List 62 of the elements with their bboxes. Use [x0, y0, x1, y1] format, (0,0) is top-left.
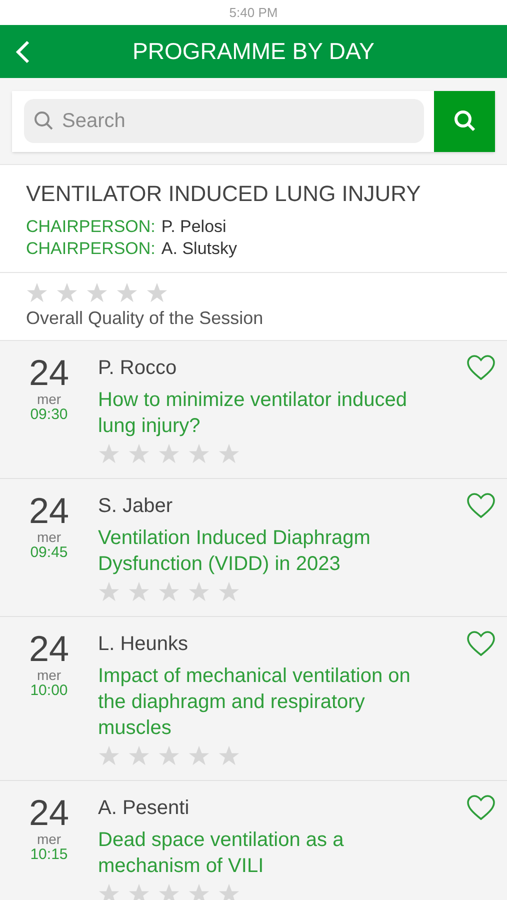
chair-name: P. Pelosi: [161, 216, 226, 238]
star-icon[interactable]: [158, 745, 180, 766]
star-icon[interactable]: [188, 883, 210, 900]
chair-label: CHAIRPERSON:: [26, 216, 156, 238]
star-icon[interactable]: [146, 282, 168, 303]
star-icon[interactable]: [188, 745, 210, 766]
star-icon[interactable]: [158, 581, 180, 602]
star-icon[interactable]: [98, 883, 120, 900]
heart-icon[interactable]: [467, 493, 495, 519]
star-icon[interactable]: [116, 282, 138, 303]
speaker-name: L. Heunks: [98, 632, 190, 657]
star-icon[interactable]: [218, 581, 240, 602]
back-icon[interactable]: [15, 40, 31, 64]
star-icon[interactable]: [128, 443, 150, 464]
star-icon[interactable]: [188, 443, 210, 464]
session-title: VENTILATOR INDUCED LUNG INJURY: [26, 180, 422, 208]
star-icon[interactable]: [98, 745, 120, 766]
speaker-name: A. Pesenti: [98, 796, 190, 821]
search-button[interactable]: [434, 90, 495, 152]
talk-title: Impact of mechanical ventilation on the diaphragm and respiratory muscles: [98, 664, 412, 741]
talk-time: 10:15: [30, 847, 68, 863]
search-field[interactable]: Search: [24, 99, 424, 143]
star-icon[interactable]: [128, 745, 150, 766]
star-icon[interactable]: [98, 443, 120, 464]
talk-time: 10:00: [30, 683, 68, 699]
screen-title: PROGRAMME BY DAY: [132, 37, 374, 66]
weekday: mer: [36, 667, 62, 683]
heart-icon[interactable]: [467, 631, 495, 657]
talk-time: 09:30: [30, 407, 68, 423]
talk-title: Ventilation Induced Diaphragm Dysfunction (VIDD) in 2023: [98, 526, 372, 577]
talk-time: 09:45: [30, 545, 68, 561]
star-icon[interactable]: [158, 443, 180, 464]
status-time: 5:40 PM: [229, 4, 278, 22]
weekday: mer: [36, 831, 62, 847]
star-icon[interactable]: [218, 745, 240, 766]
star-icon[interactable]: [56, 282, 78, 303]
star-icon[interactable]: [98, 581, 120, 602]
weekday: mer: [36, 391, 62, 407]
day-number: 24: [28, 355, 70, 391]
day-number: 24: [28, 493, 70, 529]
star-icon[interactable]: [86, 282, 108, 303]
star-icon[interactable]: [26, 282, 48, 303]
star-icon[interactable]: [218, 443, 240, 464]
star-icon[interactable]: [128, 883, 150, 900]
chair-name: A. Slutsky: [161, 238, 238, 260]
day-number: 24: [28, 795, 70, 831]
search-icon: [34, 111, 54, 131]
speaker-name: P. Rocco: [98, 356, 178, 381]
day-number: 24: [28, 631, 70, 667]
talk-title: How to minimize ventilator induced lung injury?: [98, 388, 408, 439]
speaker-name: S. Jaber: [98, 494, 174, 519]
weekday: mer: [36, 529, 62, 545]
star-icon[interactable]: [128, 581, 150, 602]
heart-icon[interactable]: [467, 355, 495, 381]
talk-title: Dead space ventilation as a mechanism of VILI: [98, 828, 345, 879]
chair-label: CHAIRPERSON:: [26, 238, 156, 260]
star-icon[interactable]: [158, 883, 180, 900]
star-icon[interactable]: [218, 883, 240, 900]
heart-icon[interactable]: [467, 795, 495, 821]
rating-label: Overall Quality of the Session: [26, 307, 264, 330]
star-icon[interactable]: [188, 581, 210, 602]
search-icon: [452, 109, 476, 133]
